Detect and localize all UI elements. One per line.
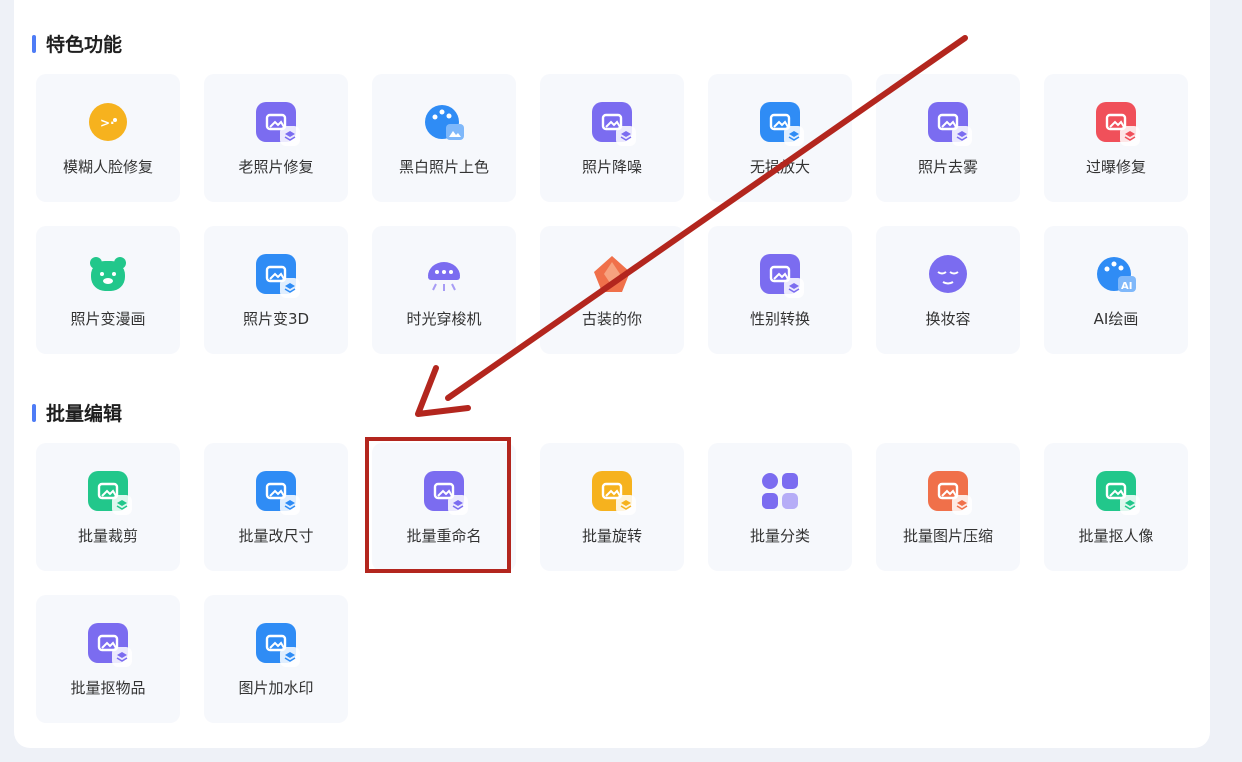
tool-label: 无损放大 xyxy=(749,158,810,176)
tool-tile[interactable]: 批量图片压缩 xyxy=(876,443,1020,571)
section-title-text: 特色功能 xyxy=(46,34,123,56)
tool-tile[interactable]: 过曝修复 xyxy=(1044,74,1188,202)
tool-label: 模糊人脸修复 xyxy=(62,158,153,176)
defog-icon xyxy=(928,102,972,146)
batch-crop-icon xyxy=(88,471,132,515)
layer-badge-icon xyxy=(112,647,132,667)
tool-tile[interactable]: 照片去雾 xyxy=(876,74,1020,202)
svg-text:AI: AI xyxy=(1121,281,1132,292)
denoise-icon xyxy=(592,102,636,146)
old-photo-icon xyxy=(256,102,300,146)
tool-tile[interactable]: 古装的你 xyxy=(540,226,684,354)
face-blur-icon: >· xyxy=(88,102,128,142)
overexposure-icon xyxy=(1096,102,1140,146)
tool-tile[interactable]: 无损放大 xyxy=(708,74,852,202)
svg-text:>·: >· xyxy=(100,116,115,130)
layer-badge-icon xyxy=(784,278,804,298)
tool-label: 照片变3D xyxy=(242,310,310,328)
makeup-face-icon xyxy=(928,254,968,294)
watermark-icon xyxy=(256,623,300,667)
tool-label: 时光穿梭机 xyxy=(406,310,482,328)
tool-tile[interactable]: 批量分类 xyxy=(708,443,852,571)
time-machine-icon xyxy=(424,254,464,294)
tool-label: 批量分类 xyxy=(749,527,810,545)
batch-cutout-object-icon xyxy=(88,623,132,667)
layer-badge-icon xyxy=(280,278,300,298)
batch-compress-icon xyxy=(928,471,972,515)
tool-label: AI绘画 xyxy=(1093,310,1139,328)
tool-label: 批量图片压缩 xyxy=(902,527,993,545)
cartoon-bear-icon xyxy=(88,254,128,294)
layer-badge-icon xyxy=(280,126,300,146)
tool-tile[interactable]: 批量旋转 xyxy=(540,443,684,571)
tool-label: 批量改尺寸 xyxy=(238,527,314,545)
tool-label: 古装的你 xyxy=(581,310,642,328)
layer-badge-icon xyxy=(1120,495,1140,515)
tool-label: 老照片修复 xyxy=(238,158,314,176)
layer-badge-icon xyxy=(280,647,300,667)
tool-tile[interactable]: AI AI绘画 xyxy=(1044,226,1188,354)
batch-rotate-icon xyxy=(592,471,636,515)
tool-tile[interactable]: 照片降噪 xyxy=(540,74,684,202)
layer-badge-icon xyxy=(112,495,132,515)
enlarge-icon xyxy=(760,102,804,146)
batch-cutout-portrait-icon xyxy=(1096,471,1140,515)
layer-badge-icon xyxy=(952,126,972,146)
tool-tile[interactable]: 照片变3D xyxy=(204,226,348,354)
tool-tile[interactable]: 图片加水印 xyxy=(204,595,348,723)
section-title-bar xyxy=(32,34,36,53)
tool-tile[interactable]: 批量改尺寸 xyxy=(204,443,348,571)
section-title-batch: 批量编辑 xyxy=(32,399,122,426)
ai-paint-icon: AI xyxy=(1096,254,1136,294)
tool-tile[interactable]: 性别转换 xyxy=(708,226,852,354)
feature-panel: 特色功能 >· 模糊人脸修复 老照片修复 黑白照片上色 照片降噪 无损放大 照片去雾 过曝修复… xyxy=(14,0,1210,748)
tool-tile[interactable]: 批量抠人像 xyxy=(1044,443,1188,571)
tool-label: 换妆容 xyxy=(925,310,971,328)
section-title-bar xyxy=(32,403,36,422)
tool-label: 照片变漫画 xyxy=(70,310,146,328)
palette-icon xyxy=(424,102,464,142)
tool-label: 批量抠人像 xyxy=(1078,527,1154,545)
tool-label: 图片加水印 xyxy=(238,679,314,697)
tool-tile[interactable]: 批量裁剪 xyxy=(36,443,180,571)
highlight-box xyxy=(365,437,511,573)
tool-tile[interactable]: 照片变漫画 xyxy=(36,226,180,354)
tool-tile[interactable]: 换妆容 xyxy=(876,226,1020,354)
tool-label: 照片去雾 xyxy=(917,158,978,176)
section-title-featured: 特色功能 xyxy=(32,30,122,57)
tool-label: 性别转换 xyxy=(749,310,810,328)
tool-label: 过曝修复 xyxy=(1085,158,1146,176)
layer-badge-icon xyxy=(280,495,300,515)
tool-label: 黑白照片上色 xyxy=(398,158,489,176)
batch-classify-icon xyxy=(760,471,800,511)
tool-tile[interactable]: >· 模糊人脸修复 xyxy=(36,74,180,202)
tool-tile[interactable]: 批量抠物品 xyxy=(36,595,180,723)
tool-tile[interactable]: 时光穿梭机 xyxy=(372,226,516,354)
tool-tile[interactable]: 黑白照片上色 xyxy=(372,74,516,202)
section-title-text: 批量编辑 xyxy=(46,403,123,425)
layer-badge-icon xyxy=(784,126,804,146)
layer-badge-icon xyxy=(1120,126,1140,146)
tool-label: 批量旋转 xyxy=(581,527,642,545)
layer-badge-icon xyxy=(616,495,636,515)
ancient-costume-icon xyxy=(592,254,632,294)
batch-tools-grid: 批量裁剪 批量改尺寸 批量重命名 批量旋转 批量分类 批量图片压缩 批量抠人像 批量抠物品 图片… xyxy=(36,443,1188,723)
cube-3d-icon xyxy=(256,254,300,298)
tool-label: 照片降噪 xyxy=(581,158,642,176)
layer-badge-icon xyxy=(616,126,636,146)
layer-badge-icon xyxy=(952,495,972,515)
batch-resize-icon xyxy=(256,471,300,515)
featured-tools-grid: >· 模糊人脸修复 老照片修复 黑白照片上色 照片降噪 无损放大 照片去雾 过曝修复照片变漫画… xyxy=(36,74,1188,354)
tool-label: 批量裁剪 xyxy=(77,527,138,545)
tool-label: 批量抠物品 xyxy=(70,679,146,697)
gender-swap-icon xyxy=(760,254,804,298)
tool-tile[interactable]: 老照片修复 xyxy=(204,74,348,202)
